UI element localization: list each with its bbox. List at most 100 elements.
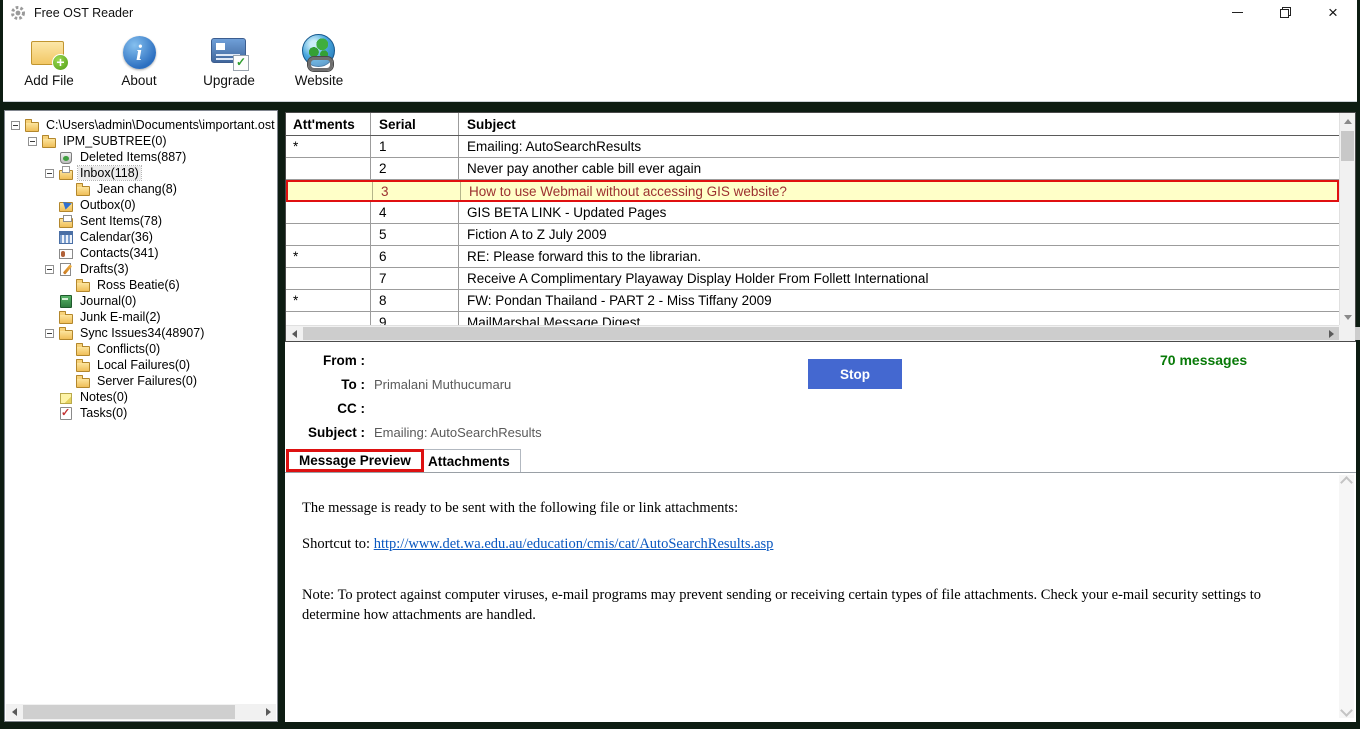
message-details: From : To : Primalani Muthucumaru CC : S… (285, 342, 1356, 449)
tree-item[interactable]: Drafts(3) (5, 261, 277, 277)
preview-vertical-scrollbar[interactable] (1339, 475, 1354, 718)
tree-item-label: Conflicts(0) (95, 342, 162, 356)
table-row[interactable]: * 1 Emailing: AutoSearchResults (286, 136, 1339, 158)
scrollbar-thumb[interactable] (1341, 131, 1354, 161)
cell-attachments (286, 312, 371, 325)
tree-item[interactable]: C:\Users\admin\Documents\important.ost (5, 117, 277, 133)
trash-icon (58, 150, 75, 165)
scrollbar-thumb[interactable] (23, 705, 235, 719)
expand-toggle-icon[interactable] (11, 121, 20, 130)
tree-item[interactable]: Tasks(0) (5, 405, 277, 421)
scroll-down-icon[interactable] (1340, 309, 1356, 325)
tree-item-label: Sync Issues34(48907) (78, 326, 206, 340)
scroll-down-icon[interactable] (1340, 704, 1353, 717)
restore-button[interactable] (1261, 0, 1309, 25)
tree-item-label: Drafts(3) (78, 262, 131, 276)
stop-button[interactable]: Stop (808, 359, 902, 389)
tree-item[interactable]: Outbox(0) (5, 197, 277, 213)
table-row[interactable]: 9 MailMarshal Message Digest (286, 312, 1339, 325)
scroll-up-icon[interactable] (1340, 476, 1353, 489)
cell-subject: RE: Please forward this to the librarian… (459, 246, 1339, 267)
tab-message-preview[interactable]: Message Preview (286, 449, 424, 472)
table-vertical-scrollbar[interactable] (1339, 113, 1355, 325)
cell-subject: FW: Pondan Thailand - PART 2 - Miss Tiff… (459, 290, 1339, 311)
cell-attachments (286, 202, 371, 223)
tree-item[interactable]: Conflicts(0) (5, 341, 277, 357)
folder-icon (75, 278, 92, 293)
cell-attachments (288, 182, 373, 200)
cell-serial: 7 (371, 268, 459, 289)
tree-item-label: Contacts(341) (78, 246, 161, 260)
tree-item[interactable]: Ross Beatie(6) (5, 277, 277, 293)
tree-item-label: Local Failures(0) (95, 358, 192, 372)
scroll-left-icon[interactable] (286, 326, 302, 342)
scroll-left-icon[interactable] (6, 704, 22, 720)
tasks-icon (58, 406, 75, 421)
tree-item[interactable]: Journal(0) (5, 293, 277, 309)
message-line: Shortcut to: http://www.det.wa.edu.au/ed… (302, 535, 1274, 555)
tree-item[interactable]: Junk E-mail(2) (5, 309, 277, 325)
expand-toggle-icon[interactable] (45, 329, 54, 338)
calendar-icon (58, 230, 75, 245)
tree-horizontal-scrollbar[interactable] (6, 704, 276, 720)
cc-label: CC : (285, 401, 365, 416)
add-file-button[interactable]: Add File (21, 34, 77, 88)
outbox-icon (58, 198, 75, 213)
folder-tree: C:\Users\admin\Documents\important.ost I… (5, 111, 277, 421)
column-header-attachments[interactable]: Att'ments (286, 113, 371, 135)
about-info-icon (119, 34, 159, 71)
scroll-right-icon[interactable] (260, 704, 276, 720)
tree-item[interactable]: Inbox(118) (5, 165, 277, 181)
toolbar: Add File About Upgrade Website (3, 25, 1357, 102)
upgrade-card-icon (209, 34, 249, 71)
tree-item[interactable]: Notes(0) (5, 389, 277, 405)
folder-icon (24, 118, 41, 133)
tree-item[interactable]: Jean chang(8) (5, 181, 277, 197)
message-preview-pane: The message is ready to be sent with the… (285, 473, 1356, 722)
expand-toggle-icon[interactable] (45, 265, 54, 274)
scroll-up-icon[interactable] (1340, 113, 1356, 129)
tree-item[interactable]: Server Failures(0) (5, 373, 277, 389)
cell-serial: 9 (371, 312, 459, 325)
cell-subject: MailMarshal Message Digest (459, 312, 1339, 325)
upgrade-button[interactable]: Upgrade (201, 34, 257, 88)
table-row[interactable]: 7 Receive A Complimentary Playaway Displ… (286, 268, 1339, 290)
window-title: Free OST Reader (34, 6, 133, 20)
table-body: * 1 Emailing: AutoSearchResults 2 Never … (286, 136, 1339, 325)
minimize-button[interactable] (1213, 0, 1261, 25)
tree-item[interactable]: Local Failures(0) (5, 357, 277, 373)
cell-subject: How to use Webmail without accessing GIS… (461, 182, 1337, 200)
tree-item-label: Inbox(118) (78, 166, 141, 180)
tab-attachments[interactable]: Attachments (417, 449, 521, 472)
table-row[interactable]: 4 GIS BETA LINK - Updated Pages (286, 202, 1339, 224)
scroll-right-icon[interactable] (1323, 326, 1339, 342)
table-row[interactable]: * 8 FW: Pondan Thailand - PART 2 - Miss … (286, 290, 1339, 312)
cell-subject: GIS BETA LINK - Updated Pages (459, 202, 1339, 223)
tree-item[interactable]: Calendar(36) (5, 229, 277, 245)
tree-item[interactable]: Sent Items(78) (5, 213, 277, 229)
close-button[interactable]: × (1309, 0, 1357, 25)
about-button[interactable]: About (111, 34, 167, 88)
website-button[interactable]: Website (291, 34, 347, 88)
scrollbar-thumb[interactable] (303, 327, 1360, 340)
attachment-link[interactable]: http://www.det.wa.edu.au/education/cmis/… (374, 536, 774, 552)
table-row[interactable]: 2 Never pay another cable bill ever agai… (286, 158, 1339, 180)
website-label: Website (295, 73, 344, 88)
expand-toggle-icon[interactable] (28, 137, 37, 146)
close-icon: × (1328, 4, 1338, 21)
column-header-subject[interactable]: Subject (459, 113, 1339, 135)
table-horizontal-scrollbar[interactable] (286, 325, 1339, 341)
tree-item-label: Ross Beatie(6) (95, 278, 182, 292)
table-row[interactable]: 3 How to use Webmail without accessing G… (286, 180, 1339, 202)
column-header-serial[interactable]: Serial (371, 113, 459, 135)
tree-item[interactable]: Sync Issues34(48907) (5, 325, 277, 341)
restore-icon (1280, 7, 1291, 18)
expand-toggle-icon[interactable] (45, 169, 54, 178)
cell-subject: Fiction A to Z July 2009 (459, 224, 1339, 245)
tree-item[interactable]: IPM_SUBTREE(0) (5, 133, 277, 149)
table-row[interactable]: 5 Fiction A to Z July 2009 (286, 224, 1339, 246)
table-row[interactable]: * 6 RE: Please forward this to the libra… (286, 246, 1339, 268)
tree-item[interactable]: Contacts(341) (5, 245, 277, 261)
tree-item[interactable]: Deleted Items(887) (5, 149, 277, 165)
message-note: Note: To protect against computer viruse… (302, 586, 1274, 625)
